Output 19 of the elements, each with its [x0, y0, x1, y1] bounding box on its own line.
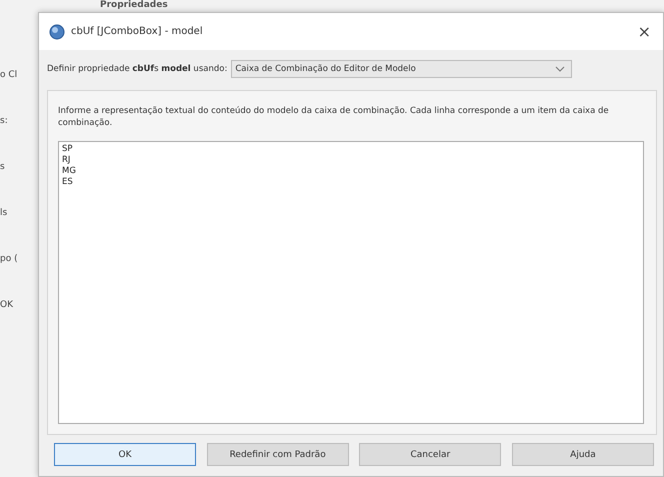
property-label: Definir propriedade cbUfs model usando: [47, 64, 228, 74]
background-text: s [0, 162, 5, 172]
dialog-button[interactable]: Redefinir com Padrão [206, 443, 349, 466]
app-icon [49, 24, 65, 40]
model-items-field[interactable]: SP RJ MG ES [58, 141, 644, 424]
dialog-button[interactable]: Cancelar [359, 443, 502, 466]
background-text: po ( [0, 254, 18, 264]
editor-dropdown[interactable]: Caixa de Combinação do Editor de Modelo [231, 60, 572, 78]
close-button[interactable]: × [634, 22, 655, 41]
background-text: s: [0, 116, 8, 126]
dialog-button[interactable]: OK [54, 443, 196, 466]
background-text: o Cl [0, 70, 18, 80]
dialog-button[interactable]: Ajuda [512, 443, 654, 466]
background-text: ls [0, 208, 8, 218]
background-window-title: Propriedades [100, 0, 169, 10]
background-text: OK [0, 300, 13, 310]
chevron-down-icon [555, 66, 566, 72]
window-title: cbUf [JComboBox] - model [71, 26, 204, 37]
description-text: Informe a representação textual do conteúdo do modelo da caixa de combinação. Cada linha corresponde a um item da caixa de combinação. [58, 105, 610, 129]
